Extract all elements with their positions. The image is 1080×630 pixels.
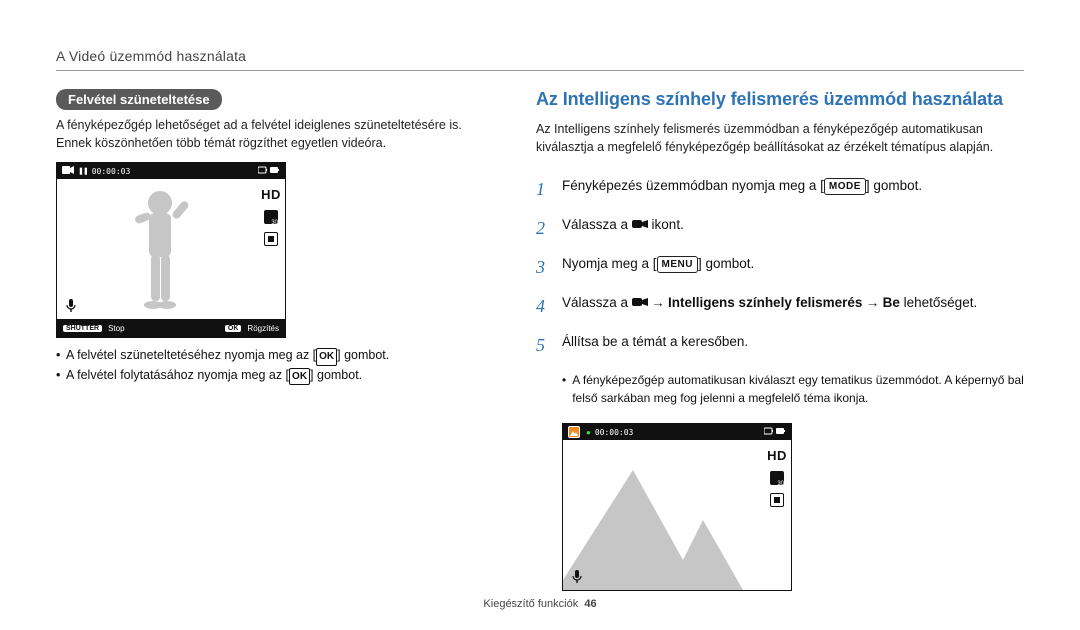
battery-icon [258,166,280,176]
section-pill-pause: Felvétel szüneteltetése [56,89,222,110]
camera-screenshot-scene: ● 00:00:03 [562,423,792,591]
camera-preview-area [57,179,257,319]
mode-key: MODE [824,178,866,195]
page-footer: Kiegészítő funkciók 46 [0,598,1080,610]
hd-badge: HD [261,187,281,202]
fps-badge-icon-scene: 30 [770,471,784,485]
fps-badge-icon: 30 [264,210,278,224]
smart-scene-intro: Az Intelligens színhely felismerés üzemm… [536,120,1024,156]
step-5: 5 Állítsa be a témát a keresőben. [536,326,1024,365]
microphone-icon [65,299,77,313]
microphone-icon-scene [571,570,583,584]
scene-theme-icon [568,426,580,438]
ok-inline-key-2: OK [289,368,310,386]
scene-preview [563,440,763,590]
pause-indicator-icon: ❚❚ [78,167,88,175]
camera-screenshot-pause: ❚❚ 00:00:03 [56,162,286,338]
smart-scene-heading: Az Intelligens színhely felismerés üzemm… [536,89,1024,110]
wb-icon [264,232,278,246]
camera-top-bar: ❚❚ 00:00:03 [57,163,285,179]
ok-inline-key: OK [316,348,337,366]
video-mode-icon [62,165,74,177]
pause-bullet-1: • A felvétel szüneteltetéséhez nyomja me… [56,346,496,366]
battery-icon-scene [764,427,786,437]
hd-badge-scene: HD [767,448,787,463]
stop-label: Stop [108,324,124,333]
video-camera-icon-2 [632,294,648,314]
shutter-key-label: SHUTTER [63,325,102,332]
rec-dot: ● [586,428,591,437]
rec-time: 00:00:03 [92,167,131,176]
step-1: 1 Fényképezés üzemmódban nyomja meg a [M… [536,170,1024,209]
rec-time-scene: 00:00:03 [595,428,634,437]
ok-key-label: OK [225,325,242,332]
pause-intro-text: A fényképezőgép lehetőséget ad a felvéte… [56,116,496,152]
left-column: Felvétel szüneteltetése A fényképezőgép … [56,89,496,599]
step-2: 2 Válassza a ikont. [536,209,1024,248]
breadcrumb: A Videó üzemmód használata [56,48,1024,64]
video-camera-icon [632,216,648,236]
camera-top-bar-scene: ● 00:00:03 [563,424,791,440]
step-4: 4 Válassza a → Intelligens színhely feli… [536,287,1024,326]
scene-note: • A fényképezőgép automatikusan kiválasz… [562,371,1024,407]
wb-icon-scene [770,493,784,507]
header-rule [56,70,1024,71]
step-3: 3 Nyomja meg a [MENU] gombot. [536,248,1024,287]
record-label: Rögzítés [247,324,279,333]
camera-bottom-bar: SHUTTER Stop OK Rögzítés [57,319,285,337]
menu-key: MENU [657,256,698,273]
right-column: Az Intelligens színhely felismerés üzemm… [536,89,1024,599]
resume-bullet-2: • A felvétel folytatásához nyomja meg az… [56,366,496,386]
